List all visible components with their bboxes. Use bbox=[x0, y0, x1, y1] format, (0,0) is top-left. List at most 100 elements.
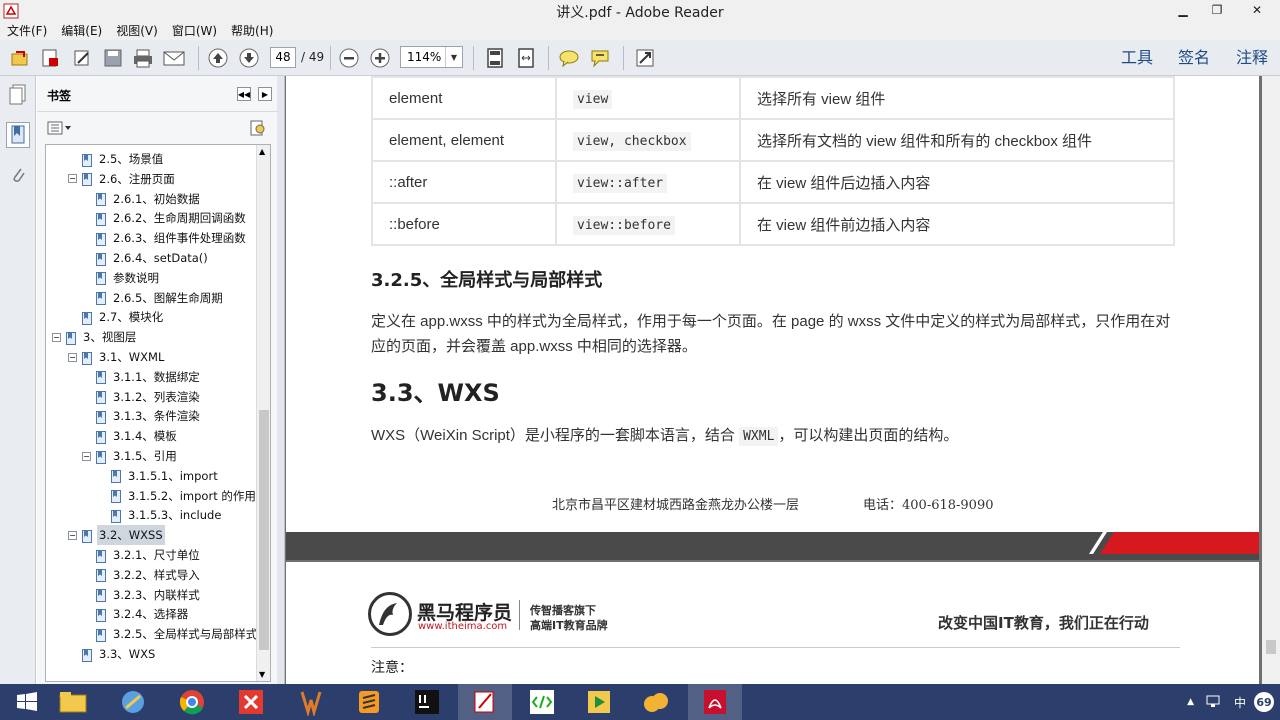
bookmarks-panel-icon[interactable] bbox=[6, 122, 30, 148]
bookmark-item[interactable]: 3.1.3、条件渲染 bbox=[82, 406, 202, 426]
collapse-toggle-icon[interactable]: − bbox=[68, 352, 77, 362]
open-file-icon[interactable] bbox=[9, 47, 31, 69]
restore-button[interactable]: ❐ bbox=[1200, 0, 1234, 20]
xmind-icon[interactable] bbox=[224, 684, 278, 720]
comment-pane-button[interactable]: 注释 bbox=[1236, 40, 1268, 76]
bookmark-item[interactable]: 2.5、场景值 bbox=[68, 149, 165, 169]
menu-help[interactable]: 帮助(H) bbox=[224, 22, 280, 40]
scroll-down-icon[interactable]: ▼ bbox=[259, 670, 265, 679]
bookmark-item[interactable]: − 3、视图层 bbox=[52, 327, 138, 347]
collapse-panel-icon[interactable]: ◀◀ bbox=[237, 87, 251, 101]
zoom-select[interactable]: 114% ▼ bbox=[400, 46, 463, 68]
comment-icon[interactable] bbox=[558, 47, 580, 69]
bookmark-options-icon[interactable] bbox=[47, 120, 73, 139]
file-explorer-icon[interactable] bbox=[46, 684, 100, 720]
email-icon[interactable] bbox=[163, 47, 185, 69]
panel-splitter[interactable] bbox=[277, 76, 285, 684]
document-scrollbar[interactable] bbox=[1262, 76, 1280, 684]
network-icon[interactable] bbox=[1206, 694, 1220, 711]
bookmark-item[interactable]: 3.2.2、样式导入 bbox=[82, 565, 202, 585]
adobe-reader-taskbar-icon[interactable] bbox=[688, 684, 742, 720]
print-icon[interactable] bbox=[132, 47, 154, 69]
bookmark-item[interactable]: 参数说明 bbox=[82, 268, 161, 288]
bookmark-label: 2.6.4、setData() bbox=[113, 251, 208, 265]
collapse-toggle-icon[interactable]: − bbox=[82, 451, 91, 461]
menu-window[interactable]: 窗口(W) bbox=[165, 22, 224, 40]
zoom-in-icon[interactable] bbox=[369, 47, 391, 69]
tools-pane-button[interactable]: 工具 bbox=[1121, 40, 1153, 76]
bookmark-item[interactable]: 3.3、WXS bbox=[68, 644, 157, 664]
fit-page-icon[interactable] bbox=[484, 47, 506, 69]
create-pdf-icon[interactable] bbox=[39, 47, 61, 69]
writer-icon[interactable] bbox=[283, 684, 337, 720]
page-number-input[interactable]: 48 bbox=[270, 47, 296, 68]
control-panel-icon[interactable] bbox=[106, 684, 160, 720]
chevron-down-icon[interactable]: ▼ bbox=[445, 47, 462, 67]
menu-edit[interactable]: 编辑(E) bbox=[54, 22, 109, 40]
table-row: ::before view::before 在 view 组件前边插入内容 bbox=[371, 202, 1175, 246]
bookmarks-panel: 书签 ◀◀ ▶ 2.5、场景值 − 2.6、注册页面 2.6.1、初始数据 2.6.2、… bbox=[37, 76, 277, 684]
find-bookmark-icon[interactable] bbox=[249, 120, 267, 139]
bookmark-scroll-thumb[interactable] bbox=[259, 410, 269, 650]
attachments-icon[interactable] bbox=[6, 162, 30, 188]
full-screen-icon[interactable] bbox=[634, 47, 656, 69]
edraw-icon[interactable] bbox=[458, 684, 512, 720]
table-row: element view 选择所有 view 组件 bbox=[371, 76, 1175, 120]
previous-page-icon[interactable] bbox=[207, 47, 229, 69]
document-scroll-thumb[interactable] bbox=[1266, 640, 1276, 654]
bookmark-item[interactable]: − 3.1、WXML bbox=[68, 347, 166, 367]
bookmark-item[interactable]: 3.2.1、尺寸单位 bbox=[82, 545, 202, 565]
bookmark-item[interactable]: 3.2.4、选择器 bbox=[82, 604, 190, 624]
bookmark-label: 3.1.5.2、import 的作用域 bbox=[128, 488, 268, 503]
bookmark-item[interactable]: 3.2.3、内联样式 bbox=[82, 585, 202, 605]
chevron-up-icon[interactable]: ▲ bbox=[1187, 697, 1194, 707]
collapse-toggle-icon[interactable]: − bbox=[68, 530, 77, 540]
save-icon[interactable] bbox=[102, 47, 124, 69]
zoom-value[interactable]: 114% bbox=[401, 47, 445, 67]
bookmark-item[interactable]: 3.1.5.3、include bbox=[97, 505, 223, 525]
bookmark-item[interactable]: 2.7、模块化 bbox=[68, 307, 165, 327]
bookmark-item[interactable]: 2.6.4、setData() bbox=[82, 248, 210, 268]
bookmark-item[interactable]: − 2.6、注册页面 bbox=[68, 169, 177, 189]
code-editor-icon[interactable] bbox=[515, 684, 569, 720]
highlight-icon[interactable] bbox=[589, 47, 611, 69]
bookmark-item[interactable]: 3.1.5.1、import bbox=[97, 466, 220, 486]
bookmark-scrollbar[interactable]: ▲ ▼ bbox=[256, 145, 270, 681]
bookmark-icon bbox=[96, 390, 106, 405]
sign-pane-button[interactable]: 签名 bbox=[1178, 40, 1210, 76]
chrome-icon[interactable] bbox=[165, 684, 219, 720]
fit-width-icon[interactable] bbox=[515, 47, 537, 69]
minimize-button[interactable]: ▁ bbox=[1166, 0, 1200, 20]
page-thumbnails-icon[interactable] bbox=[6, 82, 30, 108]
bookmark-item[interactable]: 2.6.1、初始数据 bbox=[82, 189, 202, 209]
table-row: ::after view::after 在 view 组件后边插入内容 bbox=[371, 160, 1175, 204]
bookmark-item[interactable]: 3.2.5、全局样式与局部样式 bbox=[82, 624, 259, 644]
screen-recorder-icon[interactable] bbox=[572, 684, 626, 720]
collapse-toggle-icon[interactable]: − bbox=[52, 332, 61, 342]
expand-panel-icon[interactable]: ▶ bbox=[258, 87, 272, 101]
intellij-icon[interactable] bbox=[400, 684, 454, 720]
sublime-icon[interactable] bbox=[342, 684, 396, 720]
bookmark-item[interactable]: − 3.2、WXSS bbox=[68, 525, 165, 546]
bookmark-item[interactable]: 2.6.3、组件事件处理函数 bbox=[82, 228, 248, 248]
scroll-up-icon[interactable]: ▲ bbox=[259, 147, 265, 156]
collapse-toggle-icon[interactable]: − bbox=[68, 174, 77, 184]
bookmark-item[interactable]: 2.6.2、生命周期回调函数 bbox=[82, 208, 248, 228]
bookmark-item[interactable]: − 3.1.5、引用 bbox=[82, 446, 179, 466]
chat-app-icon[interactable] bbox=[629, 684, 683, 720]
menu-file[interactable]: 文件(F) bbox=[0, 22, 54, 40]
close-button[interactable]: ✕ bbox=[1234, 0, 1280, 20]
zoom-out-icon[interactable] bbox=[338, 47, 360, 69]
next-page-icon[interactable] bbox=[238, 47, 260, 69]
edit-icon[interactable] bbox=[71, 47, 93, 69]
bookmark-icon bbox=[96, 608, 106, 622]
bookmark-item[interactable]: 3.1.4、模板 bbox=[82, 426, 179, 446]
menu-view[interactable]: 视图(V) bbox=[109, 22, 165, 40]
bookmark-item[interactable]: 3.1.1、数据绑定 bbox=[82, 367, 202, 387]
bookmark-item[interactable]: 2.6.5、图解生命周期 bbox=[82, 288, 225, 308]
notification-badge[interactable]: 69 bbox=[1254, 692, 1274, 712]
taskbar: ▲ 中 69 bbox=[0, 684, 1280, 720]
input-method-indicator[interactable]: 中 bbox=[1234, 694, 1246, 711]
bookmark-item[interactable]: 3.1.2、列表渲染 bbox=[82, 387, 202, 407]
bookmark-item[interactable]: 3.1.5.2、import 的作用域 bbox=[97, 486, 269, 506]
